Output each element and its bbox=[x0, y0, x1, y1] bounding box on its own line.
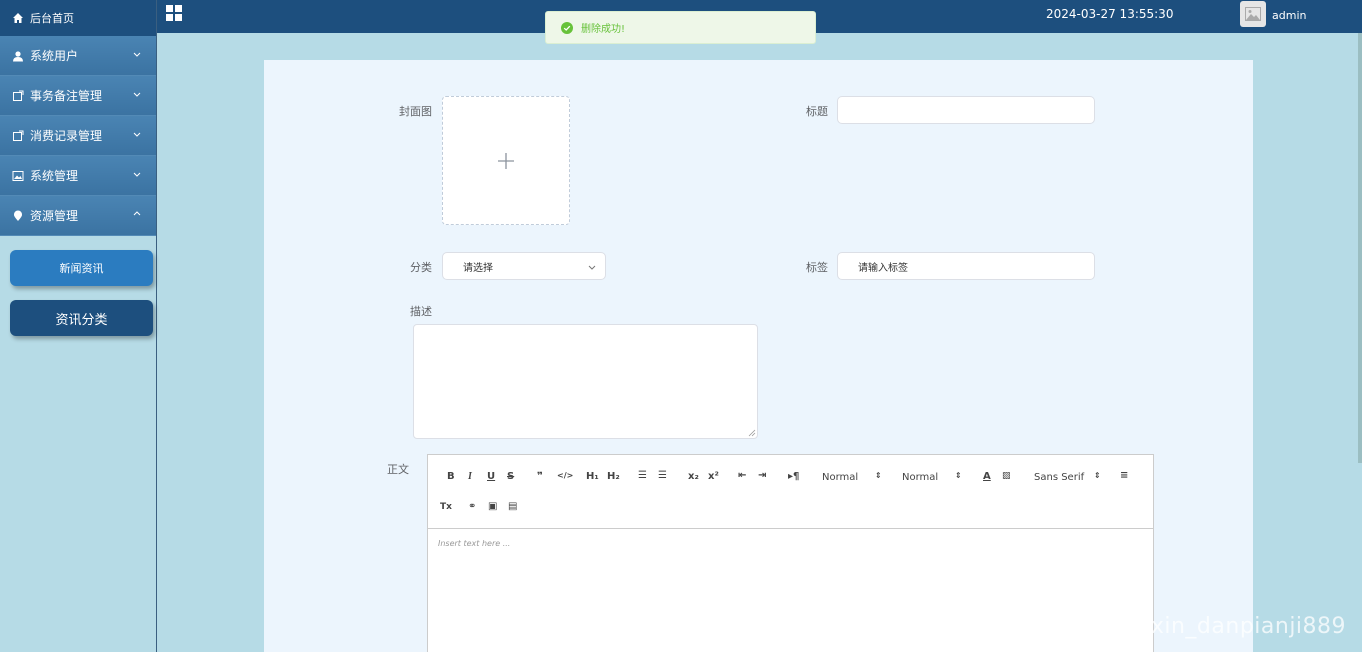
header1-icon[interactable]: H₁ bbox=[586, 471, 599, 482]
sidebar-item-label: 事务备注管理 bbox=[30, 89, 103, 103]
image-icon[interactable]: ▣ bbox=[488, 501, 497, 512]
picture-icon bbox=[12, 170, 24, 181]
tag-label: 标签 bbox=[806, 261, 828, 274]
avatar[interactable] bbox=[1240, 1, 1266, 27]
sidebar-item-label: 资源管理 bbox=[30, 209, 79, 223]
font-color-icon[interactable]: A bbox=[983, 471, 991, 482]
sidebar-item-label: 消费记录管理 bbox=[30, 129, 103, 143]
sidebar-sub-news[interactable]: 新闻资讯 bbox=[10, 250, 153, 286]
category-select-value: 请选择 bbox=[463, 262, 493, 274]
user-icon bbox=[13, 50, 23, 61]
align-icon[interactable]: ≡ bbox=[1120, 470, 1128, 481]
size-select-arrow-icon: ⇕ bbox=[955, 471, 962, 480]
sidebar: 后台首页 系统用户 事务备注管理 消费记录管理 系统管理 资源管理 新闻资讯 资… bbox=[0, 0, 157, 652]
description-textarea[interactable] bbox=[413, 324, 758, 439]
sidebar-menu: 系统用户 事务备注管理 消费记录管理 系统管理 资源管理 bbox=[0, 36, 156, 236]
bullet-list-icon[interactable]: ☰ bbox=[658, 470, 667, 481]
chevron-down-icon bbox=[133, 132, 141, 137]
outdent-icon[interactable]: ⇤ bbox=[738, 470, 746, 481]
blockquote-icon[interactable]: ❞ bbox=[537, 471, 543, 482]
header2-icon[interactable]: H₂ bbox=[607, 471, 620, 482]
current-datetime: 2024-03-27 13:55:30 bbox=[1046, 7, 1174, 21]
header-select[interactable]: Normal bbox=[822, 472, 858, 483]
body-label: 正文 bbox=[387, 463, 409, 476]
ordered-list-icon[interactable]: ☰ bbox=[638, 470, 647, 481]
size-select[interactable]: Normal bbox=[902, 472, 938, 483]
edit-icon bbox=[13, 90, 24, 101]
indent-icon[interactable]: ⇥ bbox=[758, 470, 766, 481]
editor-placeholder: Insert text here ... bbox=[438, 539, 511, 548]
chevron-down-icon bbox=[133, 172, 141, 177]
success-toast: 删除成功! bbox=[545, 11, 816, 44]
header-select-arrow-icon: ⇕ bbox=[875, 471, 882, 480]
background-color-icon[interactable]: ▨ bbox=[1002, 471, 1011, 481]
cover-label: 封面图 bbox=[399, 105, 432, 118]
link-icon[interactable]: ⚭ bbox=[468, 501, 476, 512]
sidebar-item-consumption-records[interactable]: 消费记录管理 bbox=[0, 116, 156, 156]
font-select-arrow-icon: ⇕ bbox=[1094, 471, 1101, 480]
text-direction-icon[interactable]: ▸¶ bbox=[788, 471, 799, 482]
category-select[interactable]: 请选择 bbox=[442, 252, 606, 280]
chevron-down-icon bbox=[588, 265, 596, 270]
form-panel: 封面图 标题 分类 请选择 标签 请输入标签 描述 正文 B I U S ❞ <… bbox=[264, 60, 1253, 652]
toast-message: 删除成功! bbox=[581, 24, 626, 35]
check-circle-icon bbox=[561, 21, 573, 34]
sidebar-item-system-management[interactable]: 系统管理 bbox=[0, 156, 156, 196]
strike-icon[interactable]: S bbox=[507, 471, 514, 482]
editor-toolbar: B I U S ❞ </> H₁ H₂ ☰ ☰ x₂ x² ⇤ ⇥ ▸¶ Nor… bbox=[428, 455, 1153, 529]
resize-handle-icon[interactable] bbox=[748, 429, 756, 437]
tag-input[interactable]: 请输入标签 bbox=[837, 252, 1095, 280]
grid-menu-icon[interactable] bbox=[166, 5, 182, 21]
video-icon[interactable]: ▤ bbox=[508, 501, 517, 512]
home-icon bbox=[13, 13, 23, 23]
title-input[interactable] bbox=[837, 96, 1095, 124]
tag-input-placeholder: 请输入标签 bbox=[858, 262, 908, 274]
bold-icon[interactable]: B bbox=[447, 471, 455, 482]
chevron-down-icon bbox=[133, 52, 141, 57]
watermark: CSDN @weixin_danpianji889 bbox=[1017, 614, 1347, 639]
page-scrollbar[interactable] bbox=[1358, 33, 1362, 463]
title-label: 标题 bbox=[806, 105, 828, 118]
sidebar-item-affairs-notes[interactable]: 事务备注管理 bbox=[0, 76, 156, 116]
sidebar-item-label: 系统用户 bbox=[30, 49, 79, 63]
category-label: 分类 bbox=[410, 261, 432, 274]
sidebar-item-resource-management[interactable]: 资源管理 bbox=[0, 196, 156, 236]
sidebar-item-label: 系统管理 bbox=[30, 169, 79, 183]
image-placeholder-icon bbox=[1245, 7, 1261, 21]
superscript-icon[interactable]: x² bbox=[708, 471, 719, 482]
chevron-down-icon bbox=[133, 92, 141, 97]
sidebar-home-label: 后台首页 bbox=[30, 12, 74, 25]
clean-format-icon[interactable]: Tx bbox=[440, 502, 452, 512]
code-block-icon[interactable]: </> bbox=[557, 471, 573, 480]
cover-upload[interactable] bbox=[442, 96, 570, 225]
location-icon bbox=[13, 210, 23, 221]
font-select[interactable]: Sans Serif bbox=[1034, 472, 1084, 483]
plus-icon bbox=[498, 152, 514, 169]
sidebar-sub-label: 新闻资讯 bbox=[59, 262, 104, 275]
sidebar-sub-label: 资讯分类 bbox=[55, 312, 108, 328]
italic-icon[interactable]: I bbox=[468, 471, 472, 482]
edit-icon bbox=[13, 130, 24, 141]
sidebar-item-system-users[interactable]: 系统用户 bbox=[0, 36, 156, 76]
chevron-up-icon bbox=[133, 211, 141, 216]
subscript-icon[interactable]: x₂ bbox=[688, 471, 699, 482]
username[interactable]: admin bbox=[1272, 9, 1306, 22]
underline-icon[interactable]: U bbox=[487, 471, 495, 482]
sidebar-sub-news-category[interactable]: 资讯分类 bbox=[10, 300, 153, 336]
sidebar-home[interactable]: 后台首页 bbox=[0, 0, 156, 36]
description-label: 描述 bbox=[410, 305, 432, 318]
